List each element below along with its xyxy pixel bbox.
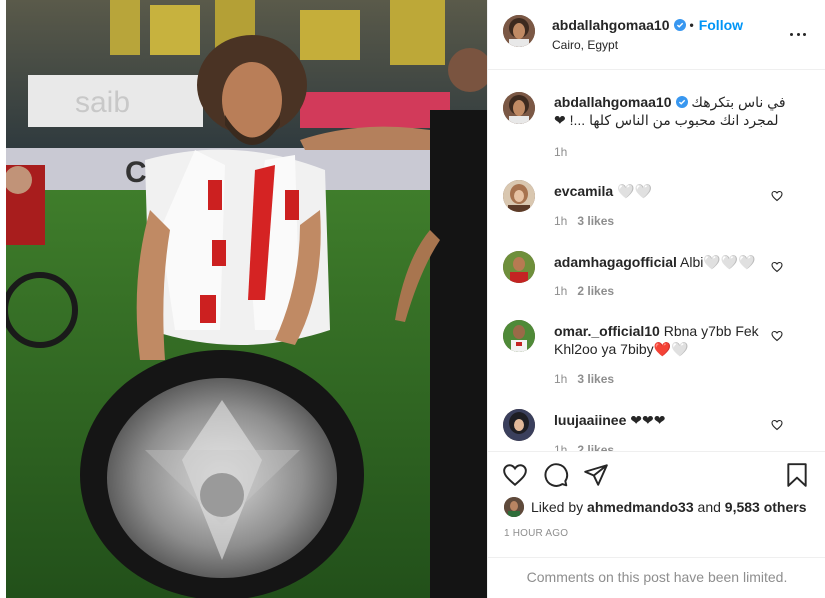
comment-time[interactable]: 1h bbox=[554, 284, 567, 298]
post-photo-illustration: saib CO bbox=[0, 0, 487, 598]
comment-content: luujaaiinee ❤❤❤ bbox=[554, 411, 774, 429]
comment-item: luujaaiinee ❤❤❤ 1h 2 likes bbox=[503, 409, 813, 451]
comment-username[interactable]: evcamila bbox=[554, 183, 613, 199]
liked-by-user[interactable]: ahmedmando33 bbox=[587, 499, 694, 515]
post-location[interactable]: Cairo, Egypt bbox=[552, 38, 618, 52]
post-sidebar: abdallahgomaa10 • Follow Cairo, Egypt ab… bbox=[487, 0, 825, 598]
author-username[interactable]: abdallahgomaa10 bbox=[552, 17, 670, 33]
follow-button[interactable]: Follow bbox=[699, 17, 743, 33]
comment-meta: 1h 3 likes bbox=[554, 214, 614, 228]
comment-content: evcamila 🤍🤍 bbox=[554, 182, 774, 200]
comment-body: Albi🤍🤍🤍 bbox=[680, 254, 756, 270]
comment-time[interactable]: 1h bbox=[554, 214, 567, 228]
comment-item: adamhagagofficial Albi🤍🤍🤍 1h 2 likes bbox=[503, 251, 813, 311]
comment-meta: 1h 3 likes bbox=[554, 372, 614, 386]
heart-icon[interactable] bbox=[502, 462, 528, 488]
likes-summary: Liked by ahmedmando33 and 9,583 others bbox=[504, 497, 807, 517]
bookmark-icon[interactable] bbox=[784, 462, 810, 488]
comment-username[interactable]: luujaaiinee bbox=[554, 412, 626, 428]
post-image[interactable]: saib CO bbox=[0, 0, 487, 598]
comment-like-heart-icon[interactable] bbox=[771, 261, 783, 273]
more-options-icon[interactable] bbox=[790, 26, 806, 42]
comment-likes[interactable]: 3 likes bbox=[577, 372, 614, 386]
comment-meta: 1h 2 likes bbox=[554, 443, 614, 451]
comments-list[interactable]: abdallahgomaa10 في ناس بتكرهك لمجرد انك … bbox=[488, 71, 825, 451]
liked-by-and: and bbox=[697, 499, 721, 515]
header-separator: • bbox=[689, 18, 694, 32]
comment-username[interactable]: omar._official10 bbox=[554, 323, 660, 339]
comment-username[interactable]: adamhagagofficial bbox=[554, 254, 677, 270]
post-actions: Liked by ahmedmando33 and 9,583 others 1… bbox=[488, 451, 825, 598]
commenter-avatar[interactable] bbox=[503, 409, 535, 441]
commenter-avatar[interactable] bbox=[503, 180, 535, 212]
comment-item: evcamila 🤍🤍 1h 3 likes bbox=[503, 180, 813, 240]
comment-content: adamhagagofficial Albi🤍🤍🤍 bbox=[554, 253, 774, 271]
share-icon[interactable] bbox=[583, 462, 609, 488]
svg-text:saib: saib bbox=[75, 86, 130, 119]
comment-likes[interactable]: 2 likes bbox=[577, 443, 614, 451]
header-author-line: abdallahgomaa10 • Follow bbox=[552, 17, 743, 33]
comment-likes[interactable]: 2 likes bbox=[577, 284, 614, 298]
post-timestamp[interactable]: 1 HOUR AGO bbox=[504, 528, 568, 539]
comment-time[interactable]: 1h bbox=[554, 372, 567, 386]
comment-like-heart-icon[interactable] bbox=[771, 190, 783, 202]
likes-count[interactable]: 9,583 others bbox=[725, 499, 807, 515]
comment-item: omar._official10 Rbna y7bb Fek Khl2oo ya… bbox=[503, 320, 813, 390]
post-header: abdallahgomaa10 • Follow Cairo, Egypt bbox=[488, 0, 825, 70]
verified-badge-icon bbox=[673, 19, 686, 31]
caption-timestamp[interactable]: 1h bbox=[554, 145, 567, 159]
photo-left-gap bbox=[0, 0, 6, 598]
comment-like-heart-icon[interactable] bbox=[771, 330, 783, 342]
comment-time[interactable]: 1h bbox=[554, 443, 567, 451]
commenter-avatar[interactable] bbox=[503, 251, 535, 283]
verified-badge-icon bbox=[675, 96, 688, 108]
liker-avatar[interactable] bbox=[504, 497, 524, 517]
liked-by-prefix: Liked by bbox=[531, 499, 584, 515]
comment-body: ❤❤❤ bbox=[630, 412, 666, 428]
commenter-avatar[interactable] bbox=[503, 320, 535, 352]
comment-likes[interactable]: 3 likes bbox=[577, 214, 614, 228]
comments-limited-notice: Comments on this post have been limited. bbox=[488, 557, 825, 598]
author-avatar[interactable] bbox=[503, 15, 535, 47]
comment-meta: 1h 2 likes bbox=[554, 284, 614, 298]
caption-author-avatar[interactable] bbox=[503, 92, 535, 124]
caption-username[interactable]: abdallahgomaa10 bbox=[554, 93, 688, 111]
comment-body: 🤍🤍 bbox=[617, 183, 652, 199]
caption-content: abdallahgomaa10 في ناس بتكرهك لمجرد انك … bbox=[554, 93, 809, 129]
comment-content: omar._official10 Rbna y7bb Fek Khl2oo ya… bbox=[554, 322, 774, 358]
comment-like-heart-icon[interactable] bbox=[771, 419, 783, 431]
comment-icon[interactable] bbox=[543, 462, 569, 488]
